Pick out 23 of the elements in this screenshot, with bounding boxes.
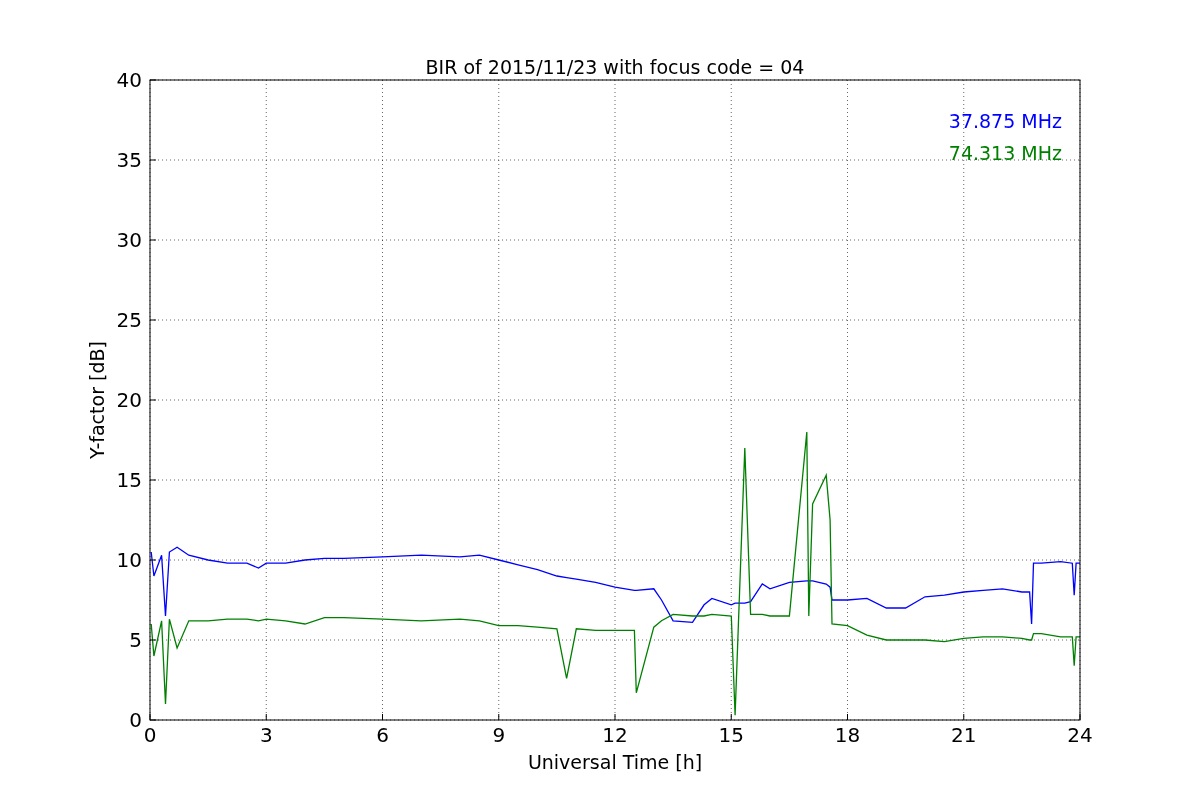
- chart-title: BIR of 2015/11/23 with focus code = 04: [425, 56, 805, 78]
- tick-label: 9: [492, 723, 506, 747]
- tick-label: 5: [129, 628, 142, 652]
- tick-label: 24: [1067, 723, 1093, 747]
- tick-label: 35: [116, 148, 142, 172]
- tick-label: 12: [602, 723, 628, 747]
- legend-label: 37.875 MHz: [948, 110, 1062, 132]
- tick-label: 3: [259, 723, 273, 747]
- tick-label: 6: [376, 723, 389, 747]
- tick-label: 0: [129, 708, 142, 732]
- tick-label: 10: [116, 548, 142, 572]
- tick-label: 18: [834, 723, 861, 747]
- tick-label: 40: [116, 68, 142, 92]
- tick-label: 15: [718, 723, 744, 747]
- axis-label: Universal Time [h]: [527, 751, 703, 773]
- axis-label: Y-factor [dB]: [86, 341, 108, 459]
- tick-label: 15: [116, 468, 142, 492]
- tick-label: 30: [116, 228, 142, 252]
- tick-label: 25: [116, 308, 142, 332]
- tick-label: 0: [143, 723, 157, 747]
- legend-label: 74.313 MHz: [948, 142, 1062, 164]
- tick-label: 20: [116, 388, 142, 412]
- tick-label: 21: [951, 723, 977, 747]
